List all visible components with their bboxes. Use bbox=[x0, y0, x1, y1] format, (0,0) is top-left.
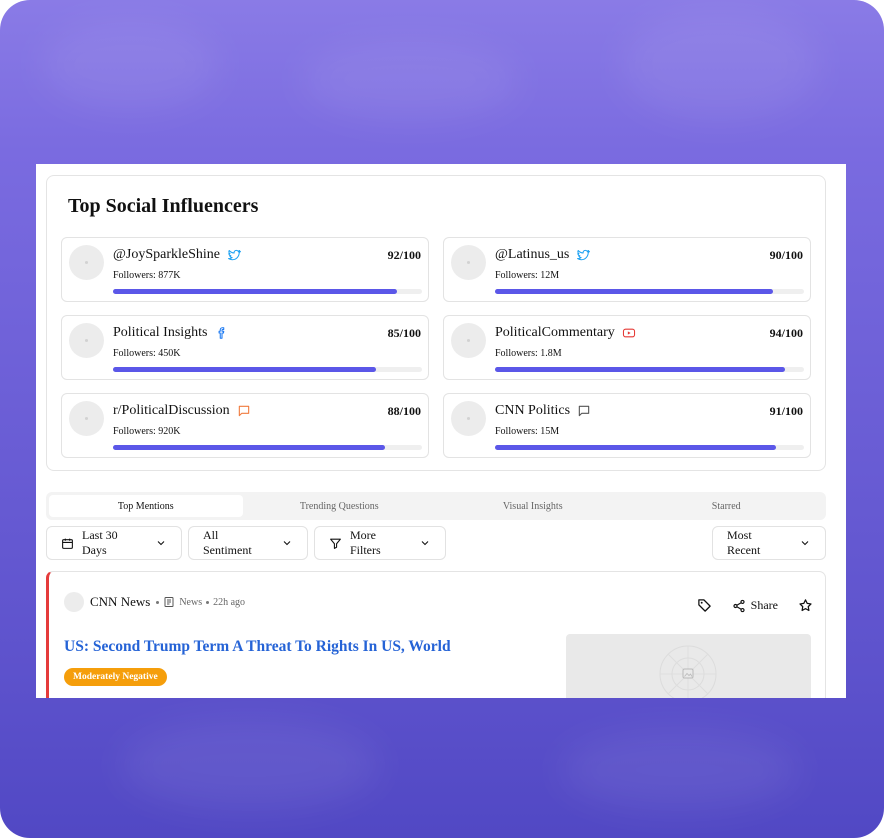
influencer-card[interactable]: PoliticalCommentary 94/100 Followers: 1.… bbox=[443, 315, 811, 380]
avatar bbox=[451, 245, 486, 280]
panel-title: Top Social Influencers bbox=[68, 195, 259, 217]
share-label: Share bbox=[750, 598, 778, 612]
influencer-followers: Followers: 450K bbox=[113, 348, 181, 359]
tab-visual-insights[interactable]: Visual Insights bbox=[436, 495, 630, 517]
avatar bbox=[69, 401, 104, 436]
influencer-card[interactable]: @Latinus_us 90/100 Followers: 12M bbox=[443, 237, 811, 302]
influencer-name: Political Insights bbox=[113, 325, 208, 340]
share-icon bbox=[733, 599, 745, 612]
avatar bbox=[451, 323, 486, 358]
tab-trending-questions[interactable]: Trending Questions bbox=[243, 495, 437, 517]
influencer-name: r/PoliticalDiscussion bbox=[113, 403, 230, 418]
influencer-score: 94/100 bbox=[769, 326, 803, 340]
score-bar-fill bbox=[495, 367, 786, 372]
influencer-followers: Followers: 12M bbox=[495, 270, 560, 281]
dashboard-card: Top Social Influencers @JoySparkleShine … bbox=[36, 164, 846, 698]
influencer-score: 92/100 bbox=[387, 248, 421, 262]
score-bar-fill bbox=[113, 367, 376, 372]
influencer-card[interactable]: @JoySparkleShine 92/100 Followers: 877K bbox=[61, 237, 429, 302]
star-icon bbox=[799, 599, 812, 612]
mention-article[interactable]: CNN News News 22h ago Share US: Second T… bbox=[46, 571, 826, 698]
influencer-name: CNN Politics bbox=[495, 403, 571, 418]
influencer-score: 90/100 bbox=[769, 248, 803, 262]
score-bar bbox=[495, 445, 804, 450]
chevron-down-icon bbox=[157, 541, 165, 546]
source-name: CNN News bbox=[90, 594, 151, 609]
newspaper-icon bbox=[164, 597, 174, 607]
influencer-followers: Followers: 15M bbox=[495, 426, 560, 437]
influencer-name: PoliticalCommentary bbox=[495, 325, 615, 340]
influencer-score: 91/100 bbox=[769, 404, 803, 418]
sort-dropdown[interactable]: Most Recent bbox=[712, 526, 826, 560]
score-bar bbox=[495, 289, 804, 294]
article-headline[interactable]: US: Second Trump Term A Threat To Rights… bbox=[64, 638, 451, 656]
tag-icon bbox=[697, 599, 711, 612]
date-range-label: Last 30 Days bbox=[82, 528, 118, 557]
filter-icon bbox=[330, 538, 341, 549]
score-bar-fill bbox=[495, 289, 774, 294]
score-bar bbox=[495, 367, 804, 372]
influencer-followers: Followers: 1.8M bbox=[495, 348, 562, 359]
influencer-followers: Followers: 877K bbox=[113, 270, 181, 281]
score-bar-fill bbox=[113, 445, 385, 450]
date-range-dropdown[interactable]: Last 30 Days bbox=[46, 526, 182, 560]
more-filters-label: More Filters bbox=[350, 528, 381, 557]
score-bar-fill bbox=[495, 445, 777, 450]
article-source: CNN News News 22h ago bbox=[64, 592, 245, 612]
background-frame: Top Social Influencers @JoySparkleShine … bbox=[0, 0, 884, 838]
influencer-card[interactable]: Political Insights 85/100 Followers: 450… bbox=[61, 315, 429, 380]
sort-label: Most Recent bbox=[727, 528, 761, 557]
avatar bbox=[69, 323, 104, 358]
star-button[interactable] bbox=[792, 598, 819, 613]
avatar bbox=[451, 401, 486, 436]
content-tabs: Top Mentions Trending Questions Visual I… bbox=[46, 492, 826, 520]
more-filters-dropdown[interactable]: More Filters bbox=[314, 526, 446, 560]
source-type: News bbox=[179, 596, 203, 608]
avatar bbox=[69, 245, 104, 280]
chevron-down-icon bbox=[283, 541, 291, 546]
tab-starred[interactable]: Starred bbox=[630, 495, 824, 517]
tab-top-mentions[interactable]: Top Mentions bbox=[49, 495, 243, 517]
article-time: 22h ago bbox=[213, 596, 246, 608]
facebook-icon bbox=[215, 326, 229, 340]
share-button[interactable]: Share bbox=[726, 598, 784, 613]
youtube-icon bbox=[622, 326, 636, 340]
influencer-followers: Followers: 920K bbox=[113, 426, 181, 437]
sentiment-label: All Sentiment bbox=[203, 528, 252, 557]
influencer-score: 85/100 bbox=[387, 326, 421, 340]
twitter-icon bbox=[227, 248, 241, 262]
source-avatar bbox=[64, 592, 84, 612]
chat-bubble-icon bbox=[577, 404, 591, 418]
chevron-down-icon bbox=[421, 541, 429, 546]
influencer-name: @Latinus_us bbox=[495, 247, 570, 262]
article-thumbnail bbox=[566, 634, 811, 698]
influencer-card[interactable]: r/PoliticalDiscussion 88/100 Followers: … bbox=[61, 393, 429, 458]
tag-button[interactable] bbox=[691, 598, 718, 613]
sentiment-dropdown[interactable]: All Sentiment bbox=[188, 526, 308, 560]
calendar-icon bbox=[62, 538, 73, 549]
influencer-score: 88/100 bbox=[387, 404, 421, 418]
score-bar-fill bbox=[113, 289, 398, 294]
influencer-name: @JoySparkleShine bbox=[113, 247, 220, 262]
score-bar bbox=[113, 367, 422, 372]
influencer-card[interactable]: CNN Politics 91/100 Followers: 15M bbox=[443, 393, 811, 458]
score-bar bbox=[113, 445, 422, 450]
chevron-down-icon bbox=[801, 541, 809, 546]
twitter-icon bbox=[576, 248, 591, 262]
reddit-chat-icon bbox=[237, 404, 251, 418]
top-influencers-panel: Top Social Influencers @JoySparkleShine … bbox=[46, 175, 826, 471]
score-bar bbox=[113, 289, 422, 294]
sentiment-badge: Moderately Negative bbox=[64, 668, 167, 686]
